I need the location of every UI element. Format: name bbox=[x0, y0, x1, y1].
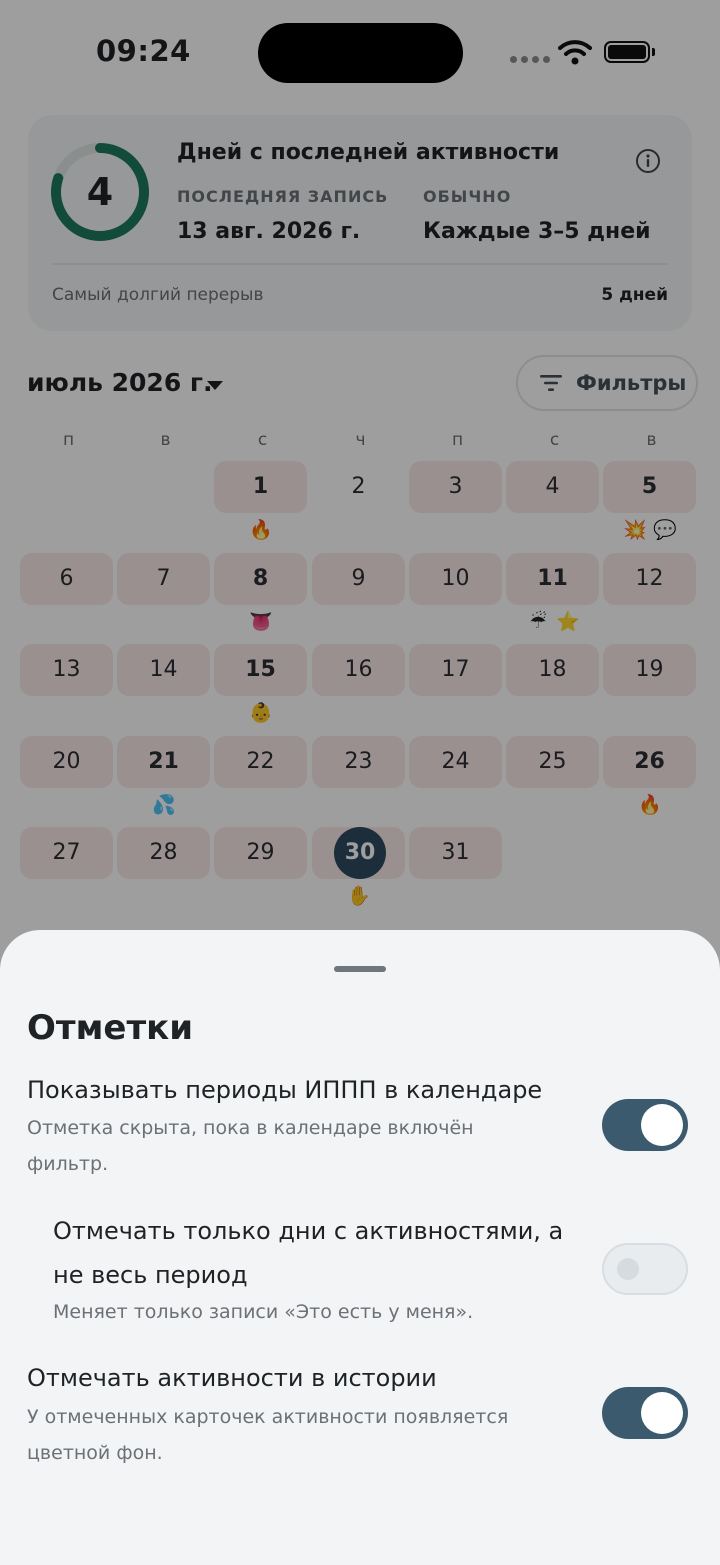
sheet-title: Отметки bbox=[27, 1008, 194, 1048]
row1-subtitle-line1: Отметка скрыта, пока в календаре включён bbox=[27, 1117, 474, 1139]
marks-settings-sheet: Отметки Показывать периоды ИППП в календ… bbox=[0, 930, 720, 1565]
row3-subtitle-line2: цветной фон. bbox=[27, 1442, 163, 1464]
toggle-knob bbox=[641, 1392, 683, 1434]
toggle-mark-history[interactable] bbox=[602, 1387, 688, 1439]
sheet-grabber[interactable] bbox=[334, 966, 386, 972]
row1-title: Показывать периоды ИППП в календаре bbox=[27, 1076, 543, 1104]
row1-subtitle-line2: фильтр. bbox=[27, 1153, 109, 1175]
toggle-knob bbox=[641, 1104, 683, 1146]
row3-title: Отмечать активности в истории bbox=[27, 1364, 437, 1392]
row2-title-line1: Отмечать только дни с активностями, а bbox=[53, 1217, 564, 1245]
toggle-knob bbox=[617, 1258, 639, 1280]
toggle-show-sti-periods[interactable] bbox=[602, 1099, 688, 1151]
toggle-only-activity-days[interactable] bbox=[602, 1243, 688, 1295]
row2-title-line2: не весь период bbox=[53, 1261, 248, 1289]
row3-subtitle-line1: У отмеченных карточек активности появляе… bbox=[27, 1406, 509, 1428]
row2-subtitle: Меняет только записи «Это есть у меня». bbox=[53, 1301, 474, 1323]
